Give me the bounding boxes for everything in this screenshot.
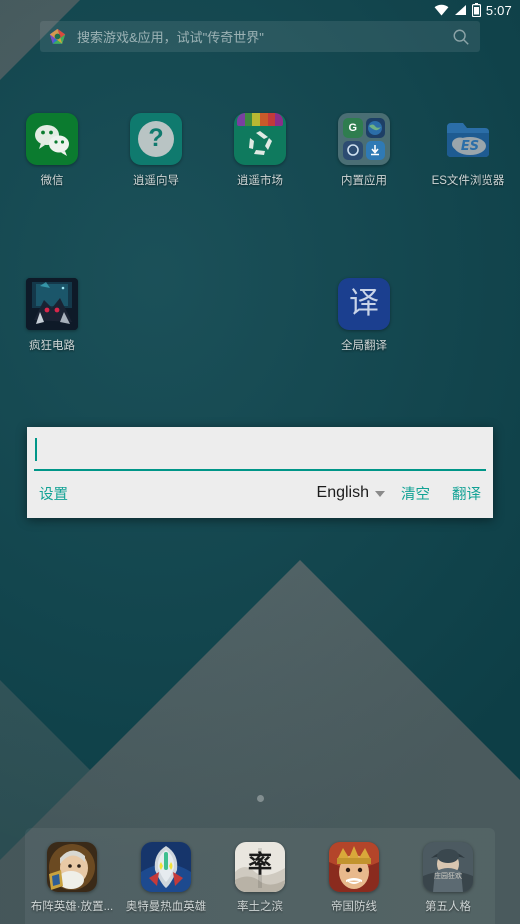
global-translate-icon[interactable]: 译 [338,278,390,330]
es-file-explorer-icon[interactable]: ES [442,113,494,165]
dock-item-label: 第五人格 [425,901,471,913]
app-slot-empty-1 [104,270,208,353]
svg-text:庄园狂欢: 庄园狂欢 [434,871,462,880]
dock-item-4[interactable]: 帝国防线 [307,842,401,914]
dock-item-2[interactable]: 奥特曼热血英雄 [119,842,213,914]
guide-question-icon[interactable]: ? [130,113,182,165]
folder-mini-g-icon: G [343,118,363,138]
dock-item-label: 帝国防线 [331,901,377,913]
dock-item-label: 奥特曼热血英雄 [125,901,207,913]
app-label: 疯狂电路 [29,340,75,352]
app-slot-empty-2 [208,270,312,353]
svg-text:ES: ES [461,139,479,154]
app-item-guide[interactable]: ? 逍遥向导 [104,105,208,188]
status-bar-clock: 5:07 [485,2,512,18]
app-label: 内置应用 [341,175,387,187]
page-dot-active[interactable] [256,795,264,802]
app-slot-empty-3 [416,270,520,353]
home-app-grid: 微信 ? 逍遥向导 逍遥市场 G 内置应用 ES ES文件浏览器 疯狂电路 译 … [0,105,520,353]
camera-icon [343,140,363,160]
game-ultraman-icon[interactable] [141,842,191,892]
search-input[interactable]: 搜索游戏&应用，试试"传奇世界" [77,27,452,46]
folder-icon[interactable]: G [338,113,390,165]
app-item-wechat[interactable]: 微信 [0,105,104,188]
app-store-pentagon-logo-icon [49,28,66,45]
app-label: 逍遥市场 [237,175,283,187]
translate-glyph: 译 [349,286,379,321]
crazy-circuit-game-icon[interactable] [26,278,78,330]
dock-item-3[interactable]: 率 率土之滨 [213,842,307,914]
dock-item-label: 率土之滨 [237,901,283,913]
app-label: 逍遥向导 [133,175,179,187]
app-item-crazy-circuit[interactable]: 疯狂电路 [0,270,104,353]
game-empire-icon[interactable] [329,842,379,892]
wifi-icon [434,4,449,16]
translate-dialog-actions: 设置 English 清空 翻译 [27,471,493,515]
page-indicator [0,795,520,802]
text-caret [35,438,37,461]
game-shuaitu-icon[interactable]: 率 [235,842,285,892]
app-item-market[interactable]: 逍遥市场 [208,105,312,188]
dock-item-5[interactable]: 庄园狂欢 第五人格 [401,842,495,914]
app-row-1: 微信 ? 逍遥向导 逍遥市场 G 内置应用 ES ES文件浏览器 [0,105,520,188]
clear-button[interactable]: 清空 [401,483,430,504]
game-identityv-icon[interactable]: 庄园狂欢 [423,842,473,892]
game-bz-hero-icon[interactable] [47,842,97,892]
app-label: 全局翻译 [341,340,387,352]
search-icon[interactable] [452,28,470,46]
market-pinwheel-icon[interactable] [234,113,286,165]
globe-icon [365,118,385,138]
dock: 布阵英雄·放置... 奥特曼热血英雄 率 率土之滨 帝国防线 庄园狂欢 第五人格 [25,828,495,924]
app-label: ES文件浏览器 [431,175,505,187]
dock-item-1[interactable]: 布阵英雄·放置... [25,842,119,914]
signal-icon [454,4,467,16]
download-icon [365,140,385,160]
app-item-builtin-folder[interactable]: G 内置应用 [312,105,416,188]
app-label: 微信 [40,175,64,187]
battery-icon [471,3,481,17]
app-item-es-file-explorer[interactable]: ES ES文件浏览器 [416,105,520,188]
wechat-icon[interactable] [26,113,78,165]
translate-dialog: 设置 English 清空 翻译 [27,427,493,518]
translate-input-wrapper[interactable] [34,433,486,471]
translate-button[interactable]: 翻译 [452,483,481,504]
dock-item-label: 布阵英雄·放置... [30,901,114,913]
app-row-2: 疯狂电路 译 全局翻译 [0,270,520,353]
settings-button[interactable]: 设置 [39,483,68,504]
language-selector[interactable]: English [317,484,369,502]
search-bar[interactable]: 搜索游戏&应用，试试"传奇世界" [40,21,480,52]
status-bar: 5:07 [0,0,520,20]
chevron-down-icon[interactable] [375,491,385,497]
app-item-global-translate[interactable]: 译 全局翻译 [312,270,416,353]
